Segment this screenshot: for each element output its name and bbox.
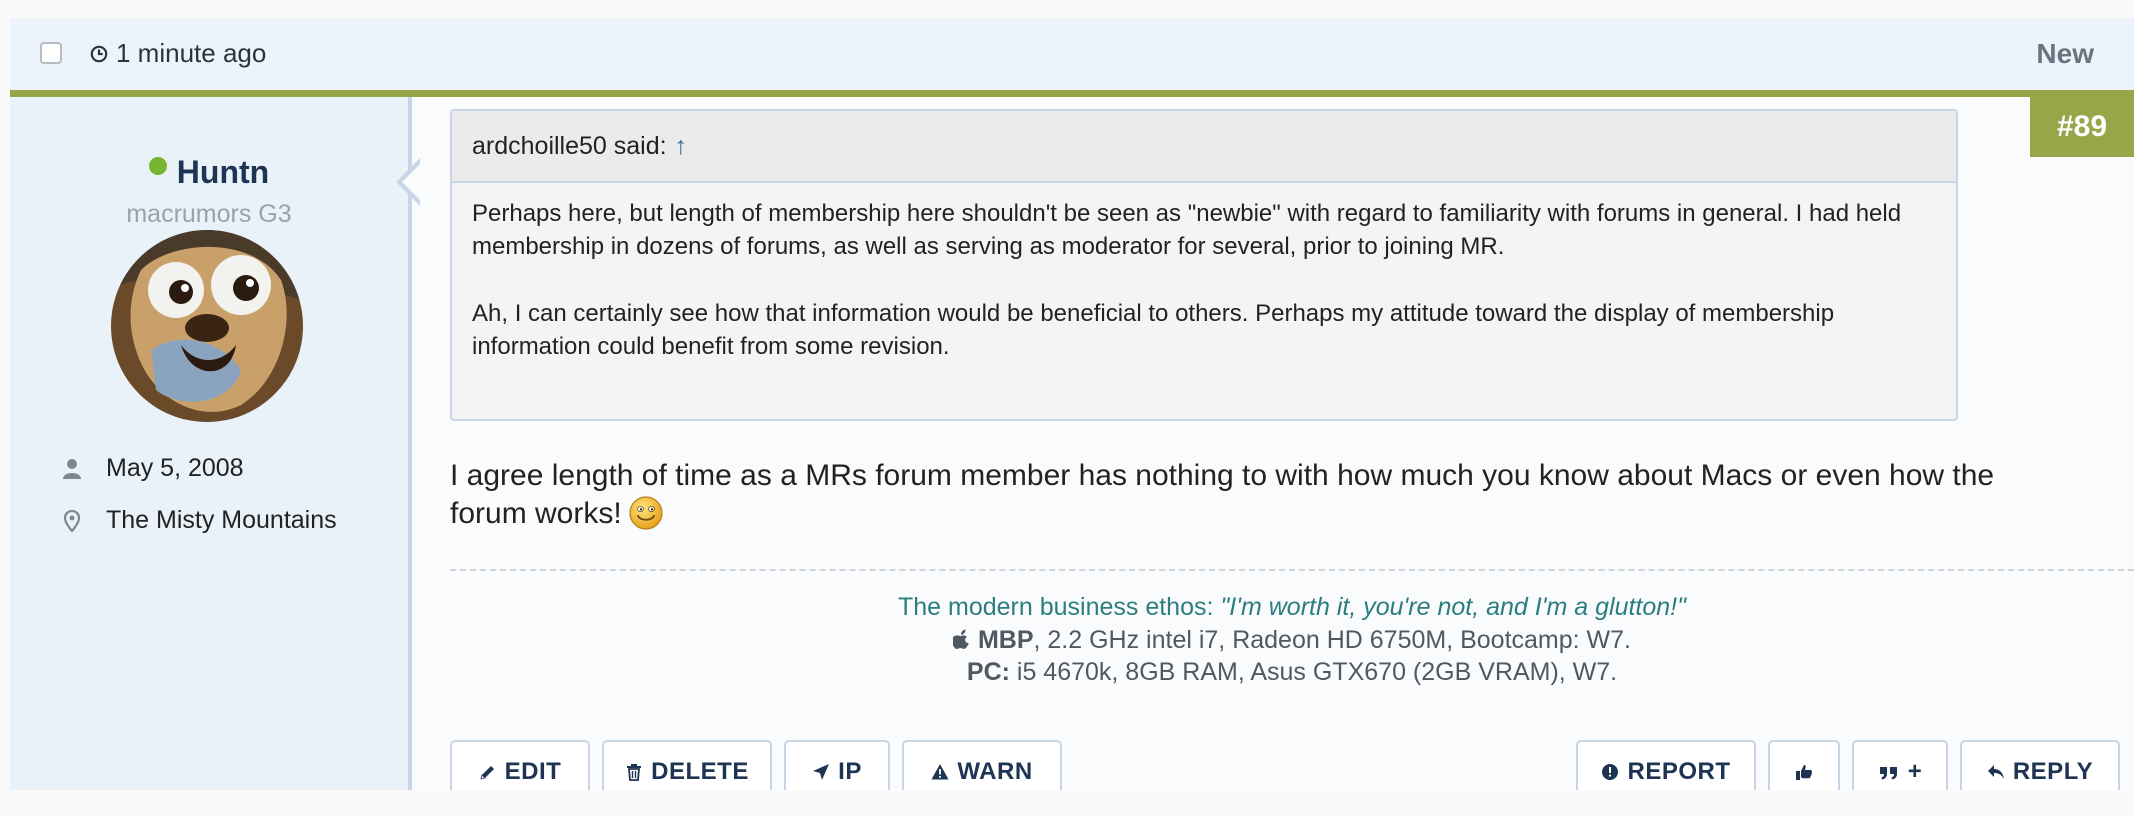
quote-block: ardchoille50 said: ↑ Perhaps here, but l… — [450, 109, 1958, 421]
multiquote-label: + — [1907, 758, 1923, 785]
quote-content: Perhaps here, but length of membership h… — [452, 183, 1956, 363]
signature-divider — [450, 569, 2134, 571]
quote-jump-link[interactable]: ↑ — [675, 132, 688, 161]
thumbs-up-icon — [1796, 765, 1812, 780]
delete-label: DELETE — [651, 758, 749, 785]
post-header: 1 minute ago New — [10, 18, 2134, 90]
avatar[interactable] — [111, 230, 303, 422]
edit-label: EDIT — [504, 758, 562, 785]
signature-mbp-specs: , 2.2 GHz intel i7, Radeon HD 6750M, Boo… — [1033, 626, 1632, 654]
signature-pc-specs: i5 4670k, 8GB RAM, Asus GTX670 (2GB VRAM… — [1009, 658, 1618, 686]
signature-prefix: The modern business ethos: — [897, 593, 1221, 621]
warn-button[interactable]: WARN — [902, 740, 1062, 790]
reply-button[interactable]: REPLY — [1960, 740, 2120, 790]
reply-label: REPLY — [2012, 758, 2094, 785]
report-label: REPORT — [1627, 758, 1731, 785]
signature-line-1: The modern business ethos: "I'm worth it… — [450, 593, 2134, 622]
timestamp-text: 1 minute ago — [116, 38, 267, 68]
username-link[interactable]: Huntn — [177, 154, 269, 190]
message-text: I agree length of time as a MRs forum me… — [450, 459, 1995, 530]
location-row: The Misty Mountains — [62, 506, 337, 535]
post-body: #89 ardchoille50 said: ↑ Perhaps here, b… — [450, 97, 2134, 790]
map-marker-icon — [63, 509, 81, 532]
report-button[interactable]: REPORT — [1576, 740, 1756, 790]
username-row: Huntn — [10, 154, 408, 191]
exclamation-circle-icon — [1602, 764, 1619, 780]
quote-icon — [1879, 767, 1897, 780]
location-arrow-icon — [813, 764, 830, 780]
post-number[interactable]: #89 — [2030, 97, 2134, 157]
user-icon — [63, 458, 81, 479]
trash-icon — [627, 764, 642, 781]
delete-button[interactable]: DELETE — [602, 740, 772, 790]
new-badge: New — [2036, 38, 2094, 69]
online-status-icon — [148, 157, 167, 175]
joined-date-row: May 5, 2008 — [62, 454, 244, 483]
quote-paragraph: Ah, I can certainly see how that informa… — [472, 300, 1835, 360]
ip-label: IP — [838, 758, 862, 785]
select-post-checkbox[interactable] — [40, 42, 62, 64]
smiley-icon — [629, 496, 663, 530]
warn-label: WARN — [957, 758, 1033, 785]
joined-date: May 5, 2008 — [106, 454, 244, 482]
ip-button[interactable]: IP — [784, 740, 890, 790]
signature-line-2: MBP, 2.2 GHz intel i7, Radeon HD 6750M, … — [450, 626, 2134, 655]
apple-logo-icon — [951, 629, 969, 649]
warning-icon — [931, 764, 949, 780]
edit-button[interactable]: EDIT — [450, 740, 590, 790]
multiquote-button[interactable]: + — [1852, 740, 1948, 790]
avatar-image — [111, 230, 303, 422]
quote-author: ardchoille50 said: — [472, 131, 667, 160]
like-button[interactable] — [1768, 740, 1840, 790]
quote-paragraph: Perhaps here, but length of membership h… — [472, 200, 1902, 260]
user-location[interactable]: The Misty Mountains — [106, 506, 337, 535]
pencil-icon — [480, 766, 494, 780]
post-divider-bar — [10, 90, 2134, 97]
quote-header: ardchoille50 said: ↑ — [452, 111, 1956, 183]
reply-icon — [1987, 765, 2004, 779]
post-timestamp[interactable]: 1 minute ago — [90, 38, 266, 69]
signature-pc-label: PC: — [966, 658, 1010, 686]
forum-post: 1 minute ago New Huntn macrumors G3 May … — [10, 18, 2134, 790]
clock-icon — [90, 45, 108, 62]
signature-mbp-label: MBP — [977, 626, 1034, 654]
signature-line-3: PC: i5 4670k, 8GB RAM, Asus GTX670 (2GB … — [450, 658, 2134, 687]
user-title: macrumors G3 — [126, 200, 292, 228]
signature-quote: "I'm worth it, you're not, and I'm a glu… — [1220, 593, 1687, 621]
post-message: I agree length of time as a MRs forum me… — [450, 457, 2010, 533]
